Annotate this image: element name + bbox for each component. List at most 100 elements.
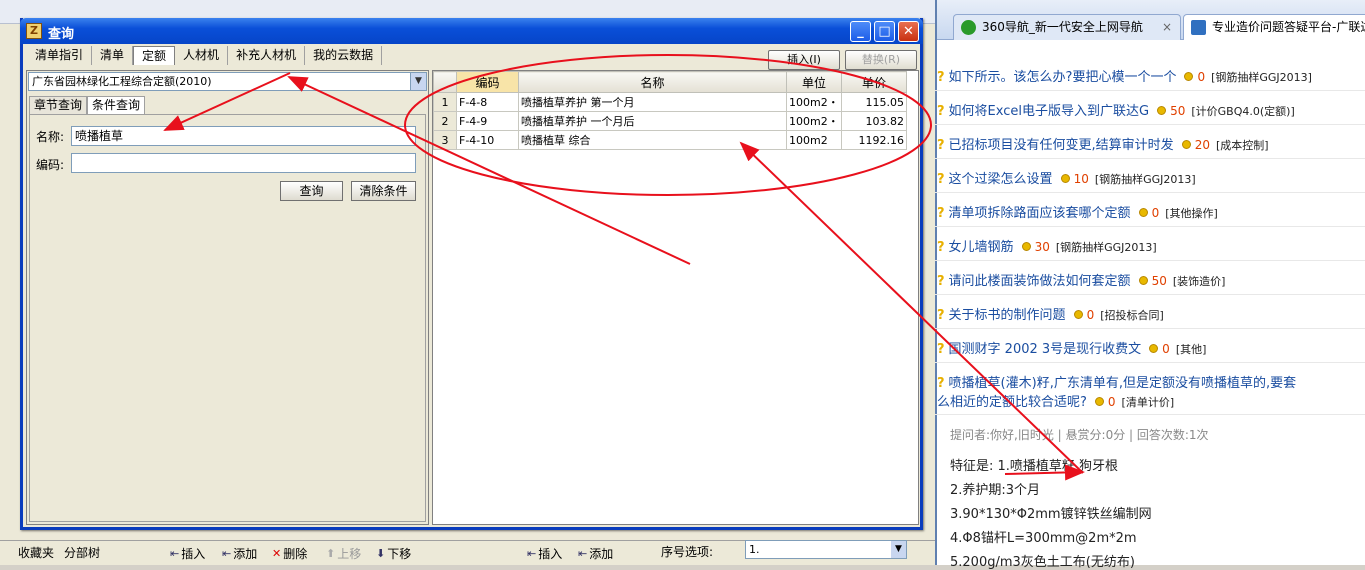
coin-icon <box>1060 174 1070 183</box>
question-meta: 提问者:你好,旧时光 | 悬赏分:0分 | 回答次数:1次 <box>950 428 1209 442</box>
list-item[interactable]: ? 清单项拆除路面应该套哪个定额 0 [其他操作] <box>937 202 1365 221</box>
delete-icon: ✕ <box>272 546 282 560</box>
detail-line: 5.200g/m3灰色土工布(无纺布) <box>950 555 1135 570</box>
table-row[interactable]: 3 F-4-10 喷播植草 综合 100m2 1192.16 <box>433 130 907 150</box>
insert-icon: ⇤ <box>527 546 537 560</box>
add-icon: ⇤ <box>222 546 232 560</box>
clear-conditions-button[interactable]: 清除条件 <box>351 181 416 201</box>
question-mark-icon: ? <box>937 206 945 221</box>
add-button[interactable]: ⇤ 添加 <box>222 544 257 562</box>
dialog-title: 查询 <box>48 27 75 42</box>
cell-name: 喷播植草养护 一个月后 <box>518 111 787 131</box>
replace-quota-button[interactable]: 替换(R) <box>845 50 917 70</box>
query-dialog: Z 查询 _ □ ✕ 清单指引 清单 定额 人材机 补充人材机 我的云数据 插入… <box>20 18 923 530</box>
list-item[interactable]: ? 请问此楼面装饰做法如何套定额 50 [装饰造价] <box>937 270 1365 289</box>
question-mark-icon: ? <box>937 308 945 323</box>
glodon-logo-icon <box>1191 20 1206 35</box>
divider <box>935 414 1365 415</box>
detail-line: 3.90*130*Φ2mm镀锌铁丝编制网 <box>950 507 1152 522</box>
column-header-unit[interactable]: 单位 <box>786 71 842 93</box>
question-mark-icon: ? <box>937 376 945 391</box>
tab-bill[interactable]: 清单 <box>92 46 134 65</box>
list-item[interactable]: ? 已招标项目没有任何变更,结算审计时发 20 [成本控制] <box>937 134 1365 153</box>
divider <box>935 158 1365 159</box>
divider <box>935 260 1365 261</box>
divider <box>935 328 1365 329</box>
table-row[interactable]: 2 F-4-9 喷播植草养护 一个月后 100m2・ 103.82 <box>433 111 907 131</box>
table-row[interactable]: 1 F-4-8 喷播植草养护 第一个月 100m2・ 115.05 <box>433 92 907 112</box>
name-input[interactable]: 喷播植草 <box>71 126 416 146</box>
360-logo-icon <box>961 20 976 35</box>
minimize-button[interactable]: _ <box>850 21 871 42</box>
close-button[interactable]: ✕ <box>898 21 919 42</box>
browser-tab-glodon[interactable]: 专业造价问题答疑平台-广联达 <box>1183 14 1365 40</box>
insert-button[interactable]: ⇤ 插入 <box>170 544 205 562</box>
coin-icon <box>1073 310 1083 319</box>
coin-icon <box>1138 208 1148 217</box>
divider <box>935 90 1365 91</box>
favorites-tab[interactable]: 收藏夹 <box>18 544 54 561</box>
dialog-titlebar[interactable]: Z 查询 _ □ ✕ <box>20 18 923 44</box>
up-arrow-icon: ⬆ <box>326 546 336 560</box>
move-down-button[interactable]: ⬇ 下移 <box>376 544 411 562</box>
detail-line: 特征是: 1.喷播植草籽 狗牙根 <box>950 459 1119 474</box>
code-label: 编码: <box>36 158 65 172</box>
tab-supplement-material[interactable]: 补充人材机 <box>228 46 306 65</box>
featured-question-line2[interactable]: 么相近的定额比较合适呢? 0 [清单计价] <box>937 391 1365 410</box>
delete-button[interactable]: ✕ 删除 <box>272 544 307 562</box>
question-mark-icon: ? <box>937 70 945 85</box>
list-item[interactable]: ? 国测财字 2002 3号是现行收费文 0 [其他] <box>937 338 1365 357</box>
featured-question[interactable]: ? 喷播植草(灌木)籽,广东清单有,但是定额没有喷播植草的,要套 <box>937 372 1365 391</box>
column-header-code[interactable]: 编码 <box>456 71 519 93</box>
tab-bill-guide[interactable]: 清单指引 <box>27 46 93 65</box>
coin-icon <box>1021 242 1031 251</box>
maximize-button[interactable]: □ <box>874 21 895 42</box>
insert-button-2[interactable]: ⇤ 插入 <box>527 544 562 562</box>
question-mark-icon: ? <box>937 274 945 289</box>
insert-icon: ⇤ <box>170 546 180 560</box>
row-number-header <box>433 71 457 93</box>
list-item[interactable]: ? 这个过梁怎么设置 10 [钢筋抽样GGJ2013] <box>937 168 1365 187</box>
close-icon[interactable]: × <box>1162 15 1172 39</box>
tab-quota[interactable]: 定额 <box>133 46 176 65</box>
subsection-tree-tab[interactable]: 分部树 <box>64 544 100 561</box>
tab-condition-query[interactable]: 条件查询 <box>87 96 146 114</box>
list-item[interactable]: ? 如下所示。该怎么办?要把心模一个一个 0 [钢筋抽样GGJ2013] <box>937 66 1365 85</box>
app-icon: Z <box>26 23 42 39</box>
query-button[interactable]: 查询 <box>280 181 343 201</box>
detail-line: 4.Φ8锚杆L=300mm@2m*2m <box>950 531 1137 546</box>
cell-code: F-4-8 <box>456 92 519 112</box>
row-number: 1 <box>433 92 457 112</box>
code-input[interactable] <box>71 153 416 173</box>
browser-tab-360[interactable]: 360导航_新一代安全上网导航 × <box>953 14 1181 40</box>
move-up-button[interactable]: ⬆ 上移 <box>326 544 361 562</box>
cell-price: 1192.16 <box>841 130 907 150</box>
cell-price: 103.82 <box>841 111 907 131</box>
tab-cloud-data[interactable]: 我的云数据 <box>305 46 383 65</box>
quota-library-select[interactable]: 广东省园林绿化工程综合定额(2010) ▼ <box>28 72 427 91</box>
cell-price: 115.05 <box>841 92 907 112</box>
condition-query-panel: 名称: 喷播植草 编码: 查询 清除条件 <box>29 114 426 522</box>
coin-icon <box>1157 106 1167 115</box>
tab-chapter-query[interactable]: 章节查询 <box>29 96 88 114</box>
list-item[interactable]: ? 关于标书的制作问题 0 [招投标合同] <box>937 304 1365 323</box>
list-item[interactable]: ? 女儿墙钢筋 30 [钢筋抽样GGJ2013] <box>937 236 1365 255</box>
column-header-price[interactable]: 单价 <box>841 71 907 93</box>
seq-option-select[interactable]: 1. ▼ <box>745 540 907 559</box>
list-item[interactable]: ? 如何将Excel电子版导入到广联达G 50 [计价GBQ4.0(定额)] <box>937 100 1365 119</box>
cell-unit: 100m2・ <box>786 111 842 131</box>
divider <box>935 362 1365 363</box>
tab-labor-material[interactable]: 人材机 <box>175 46 229 65</box>
add-button-2[interactable]: ⇤ 添加 <box>578 544 613 562</box>
cell-code: F-4-9 <box>456 111 519 131</box>
insert-quota-button[interactable]: 插入(I) <box>768 50 840 70</box>
question-mark-icon: ? <box>937 240 945 255</box>
chevron-down-icon: ▼ <box>410 73 426 90</box>
detail-line: 2.养护期:3个月 <box>950 483 1041 498</box>
quota-results-panel: 编码 名称 单位 单价 1 F-4-8 喷播植草养护 第一个月 100m2・ 1… <box>432 70 919 525</box>
query-left-panel: 广东省园林绿化工程综合定额(2010) ▼ 章节查询 条件查询 名称: 喷播植草… <box>26 70 429 525</box>
coin-icon <box>1184 72 1194 81</box>
add-icon: ⇤ <box>578 546 588 560</box>
column-header-name[interactable]: 名称 <box>518 71 787 93</box>
cell-name: 喷播植草 综合 <box>518 130 787 150</box>
